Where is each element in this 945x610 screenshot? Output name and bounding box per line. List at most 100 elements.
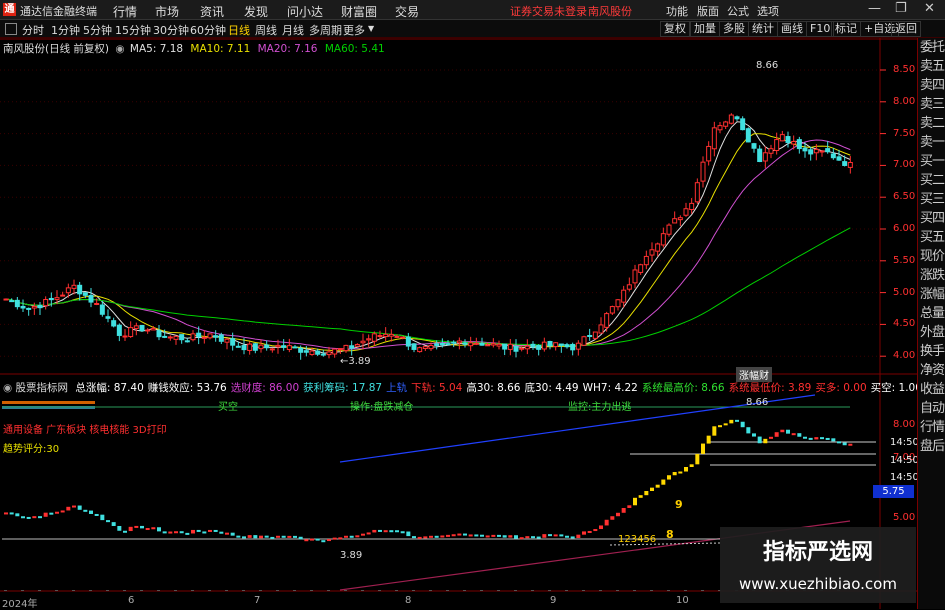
restore-icon[interactable]: ❐ — [895, 1, 907, 16]
period-1min[interactable]: 1分钟 — [51, 22, 80, 38]
login-notice[interactable]: 证券交易未登录 — [510, 3, 587, 19]
draw-line-button[interactable]: 画线 — [777, 21, 807, 37]
restore-rights-button[interactable]: 复权 — [660, 21, 690, 37]
menu-trade[interactable]: 交易 — [395, 3, 419, 20]
menu-options[interactable]: 选项 — [757, 3, 779, 19]
indicator-candle — [185, 532, 190, 535]
indicator-candle — [383, 530, 388, 533]
indicator-candle — [689, 464, 694, 468]
indicator-candle — [151, 527, 156, 530]
statistics-button[interactable]: 统计 — [748, 21, 778, 37]
right-nav-item[interactable]: 换手 — [918, 342, 945, 361]
menu-ask[interactable]: 问小达 — [287, 3, 323, 20]
right-nav-item[interactable]: 卖一 — [918, 133, 945, 152]
bottom-marker — [276, 590, 279, 591]
right-nav-item[interactable]: 委托 — [918, 38, 945, 57]
right-nav-item[interactable]: 盘后 — [918, 437, 945, 456]
right-nav-item[interactable]: 卖三 — [918, 95, 945, 114]
price-axis-label: 5.00 — [893, 286, 916, 298]
period-daily[interactable]: 日线 — [228, 22, 250, 38]
right-nav-item[interactable]: 买五 — [918, 228, 945, 247]
indicator-candle — [434, 535, 439, 538]
period-weekly[interactable]: 周线 — [255, 22, 277, 38]
right-nav-item[interactable]: 买二 — [918, 171, 945, 190]
right-nav-item[interactable]: 买四 — [918, 209, 945, 228]
right-nav-item[interactable]: 行情 — [918, 418, 945, 437]
menu-formula[interactable]: 公式 — [727, 3, 749, 19]
indicator-candle — [616, 512, 620, 517]
right-nav-item[interactable]: 收益 — [918, 380, 945, 399]
right-nav-item[interactable]: 自动 — [918, 399, 945, 418]
period-more[interactable]: 更多 — [343, 22, 365, 38]
time-label: 14:50 — [890, 472, 919, 483]
candlestick — [337, 348, 343, 351]
chevron-down-icon[interactable]: ▼ — [368, 24, 374, 33]
indicator-value: 上轨 — [386, 382, 408, 394]
right-nav-item[interactable]: 净资 — [918, 361, 945, 380]
candlestick — [105, 316, 111, 319]
chart-area[interactable] — [0, 38, 917, 609]
menu-function[interactable]: 功能 — [666, 3, 688, 19]
candlestick — [60, 294, 66, 297]
indicator-candle — [791, 433, 796, 436]
bottom-marker — [395, 590, 398, 591]
candlestick — [711, 127, 717, 150]
indicator-candle — [672, 472, 677, 476]
indicator-candle — [168, 531, 173, 534]
right-nav-item[interactable]: 卖二 — [918, 114, 945, 133]
right-nav-item[interactable]: 涨跌 — [918, 266, 945, 285]
period-15min[interactable]: 15分钟 — [115, 22, 151, 38]
right-nav-item[interactable]: 总量 — [918, 304, 945, 323]
period-intraday[interactable]: 分时 — [22, 22, 44, 38]
bottom-marker — [259, 590, 262, 591]
add-volume-button[interactable]: 加量 — [690, 21, 720, 37]
menu-news[interactable]: 资讯 — [200, 3, 224, 20]
price-axis-label: 7.50 — [893, 127, 916, 139]
back-button[interactable]: 返回 — [891, 21, 921, 37]
right-nav-item[interactable]: 买一 — [918, 152, 945, 171]
menu-wealth[interactable]: 财富圈 — [341, 3, 377, 20]
indicator-value: 高30: 8.66 — [466, 382, 521, 394]
period-5min[interactable]: 5分钟 — [83, 22, 112, 38]
candlestick — [666, 224, 672, 235]
candlestick — [655, 243, 661, 252]
indicator-candle — [650, 487, 654, 492]
right-nav-item[interactable]: 现价 — [918, 247, 945, 266]
mark-button[interactable]: 标记 — [831, 21, 861, 37]
period-monthly[interactable]: 月线 — [282, 22, 304, 38]
bottom-marker — [310, 590, 313, 591]
x-axis-label: 10 — [676, 595, 689, 606]
right-nav-item[interactable]: 卖五 — [918, 57, 945, 76]
candlestick — [802, 147, 808, 152]
settings-icon[interactable]: ◉ — [3, 382, 12, 394]
indicator-candle — [661, 479, 666, 485]
menu-layout[interactable]: 版面 — [697, 3, 719, 19]
indicator-candle — [514, 535, 518, 539]
indicator-high-marker: 8.66 — [746, 397, 769, 408]
menu-discover[interactable]: 发现 — [244, 3, 268, 20]
period-multi[interactable]: 多周期 — [309, 22, 342, 38]
candlestick — [400, 336, 406, 339]
right-nav-item[interactable]: 外盘 — [918, 323, 945, 342]
period-30min[interactable]: 30分钟 — [153, 22, 189, 38]
indicator-candle — [531, 536, 535, 539]
indicator-price-label: 5.00 — [893, 512, 916, 523]
indicator-candle — [417, 536, 422, 539]
right-nav-item[interactable]: 买三 — [918, 190, 945, 209]
menu-quotes[interactable]: 行情 — [113, 3, 137, 20]
indicator-candle — [21, 516, 25, 519]
candlestick — [575, 342, 581, 350]
settings-icon[interactable]: ◉ — [115, 43, 124, 55]
x-axis-label: 2024年 — [2, 599, 38, 610]
minimize-icon[interactable]: — — [868, 1, 881, 16]
period-60min[interactable]: 60分钟 — [190, 22, 226, 38]
close-icon[interactable]: ✕ — [924, 1, 935, 16]
right-nav-item[interactable]: 涨幅 — [918, 285, 945, 304]
indicator-candle — [327, 539, 331, 542]
layout-icon[interactable] — [5, 23, 17, 35]
candlestick — [717, 125, 723, 131]
indicator-candle — [174, 531, 178, 534]
multi-stock-button[interactable]: 多股 — [719, 21, 749, 37]
menu-market[interactable]: 市场 — [155, 3, 179, 20]
right-nav-item[interactable]: 卖四 — [918, 76, 945, 95]
